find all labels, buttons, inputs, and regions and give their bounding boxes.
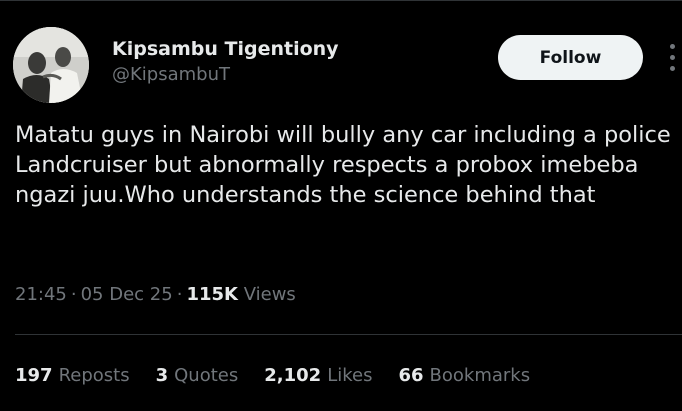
likes-stat[interactable]: 2,102 Likes <box>264 365 372 386</box>
more-options-icon[interactable] <box>664 40 680 74</box>
views-label: Views <box>243 284 296 305</box>
bookmarks-label: Bookmarks <box>429 365 531 386</box>
reposts-count: 197 <box>15 365 53 386</box>
author-name[interactable]: Kipsambu Tigentiony <box>112 38 339 60</box>
more-dot <box>669 65 675 71</box>
likes-count: 2,102 <box>264 365 322 386</box>
separator-dot: · <box>176 284 183 305</box>
avatar[interactable] <box>13 27 89 103</box>
stats-divider <box>15 334 682 335</box>
likes-label: Likes <box>327 365 373 386</box>
tweet-text: Matatu guys in Nairobi will bully any ca… <box>15 122 671 208</box>
follow-button[interactable]: Follow <box>498 35 643 80</box>
separator-dot: · <box>70 284 77 305</box>
tweet-meta: 21:45 · 05 Dec 25 · 115K Views <box>15 284 296 305</box>
bookmarks-count: 66 <box>398 365 424 386</box>
tweet-time[interactable]: 21:45 <box>15 284 67 305</box>
more-dot <box>669 54 675 60</box>
avatar-photo-icon <box>13 27 89 103</box>
reposts-stat[interactable]: 197 Reposts <box>15 365 130 386</box>
quotes-count: 3 <box>155 365 169 386</box>
top-divider <box>0 0 682 1</box>
more-dot <box>669 43 675 49</box>
quotes-label: Quotes <box>174 365 239 386</box>
author-handle[interactable]: @KipsambuT <box>112 64 230 85</box>
quotes-stat[interactable]: 3 Quotes <box>156 365 239 386</box>
bookmarks-stat[interactable]: 66 Bookmarks <box>398 365 530 386</box>
views-count: 115K <box>186 284 238 305</box>
reposts-label: Reposts <box>58 365 130 386</box>
engagement-stats: 197 Reposts 3 Quotes 2,102 Likes 66 Bookmark… <box>15 365 530 386</box>
tweet-date[interactable]: 05 Dec 25 <box>81 284 173 305</box>
